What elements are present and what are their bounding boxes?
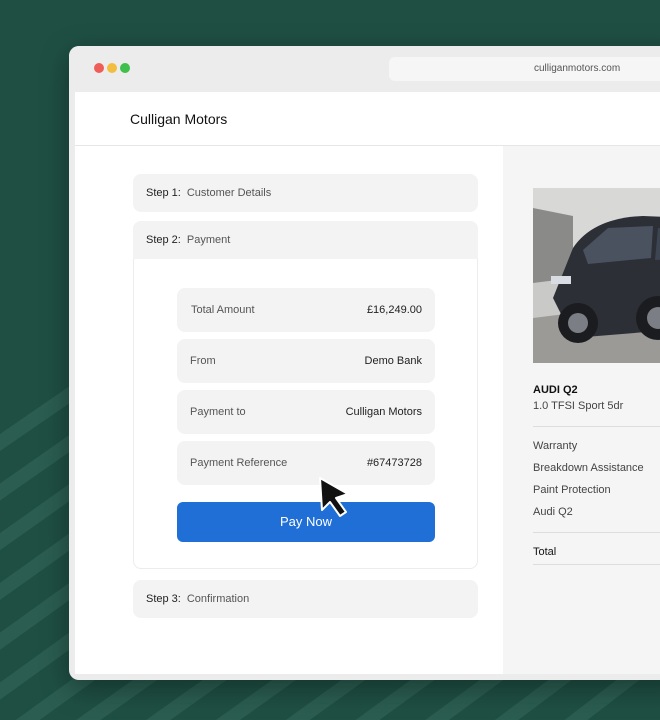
step-name: Payment <box>186 234 231 246</box>
car-title: AUDI Q2 <box>533 384 578 396</box>
total-amount-row: Total Amount £16,249.00 <box>177 288 435 332</box>
row-label: Total Amount <box>191 304 255 316</box>
from-row: From Demo Bank <box>177 339 435 383</box>
web-page: Culligan Motors Step 1: Customer Details … <box>75 92 660 674</box>
row-label: From <box>190 355 216 367</box>
step-customer-details[interactable]: Step 1: Customer Details <box>133 174 478 212</box>
row-value: #67473728 <box>366 457 422 469</box>
checkout-steps: Step 1: Customer Details Step 2: Payment T… <box>75 146 503 674</box>
brand-logo-text[interactable]: Culligan Motors <box>130 111 227 127</box>
car-photo <box>533 188 660 363</box>
summary-divider <box>533 532 660 533</box>
step-number: Step 1: <box>146 187 181 199</box>
row-value: £16,249.00 <box>366 304 422 316</box>
payment-to-row: Payment to Culligan Motors <box>177 390 435 434</box>
pay-now-button[interactable]: Pay Now <box>177 502 435 542</box>
step-name: Customer Details <box>186 187 272 199</box>
step-confirmation[interactable]: Step 3: Confirmation <box>133 580 478 618</box>
pointer-cursor-icon <box>319 477 349 517</box>
order-summary: AUDI Q2 1.0 TFSI Sport 5dr Warranty Brea… <box>503 146 660 674</box>
step-number: Step 3: <box>146 593 181 605</box>
summary-divider <box>533 564 660 565</box>
url-text: culliganmotors.com <box>534 63 621 74</box>
address-bar[interactable]: culliganmotors.com <box>389 57 660 81</box>
minimize-dot-icon[interactable] <box>107 63 117 73</box>
car-subtitle: 1.0 TFSI Sport 5dr <box>533 400 624 412</box>
row-label: Payment to <box>190 406 246 418</box>
summary-divider <box>533 426 660 427</box>
summary-item: Paint Protection <box>533 484 611 496</box>
site-header: Culligan Motors <box>75 92 660 146</box>
close-dot-icon[interactable] <box>94 63 104 73</box>
summary-item: Audi Q2 <box>533 506 573 518</box>
summary-item: Warranty <box>533 440 578 452</box>
maximize-dot-icon[interactable] <box>120 63 130 73</box>
payment-reference-row: Payment Reference #67473728 <box>177 441 435 485</box>
row-value: Demo Bank <box>364 355 422 367</box>
browser-titlebar: culliganmotors.com <box>69 46 660 90</box>
step-payment-panel: Step 2: Payment Total Amount £16,249.00 F… <box>133 221 478 569</box>
row-label: Payment Reference <box>190 457 288 469</box>
summary-total-label: Total <box>533 546 557 558</box>
row-value: Culligan Motors <box>345 406 422 418</box>
step-name: Confirmation <box>186 593 250 605</box>
summary-item: Breakdown Assistance <box>533 462 644 474</box>
step-payment[interactable]: Step 2: Payment <box>133 221 478 259</box>
step-number: Step 2: <box>146 234 181 246</box>
browser-window: culliganmotors.com Culligan Motors Step … <box>69 46 660 680</box>
